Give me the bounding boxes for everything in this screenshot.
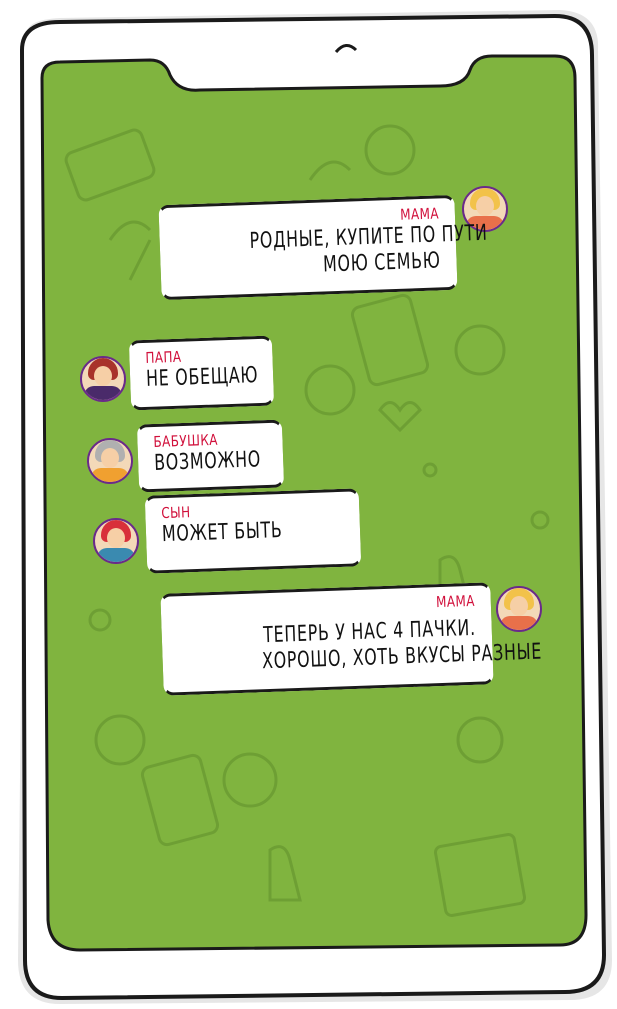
mom-avatar bbox=[496, 586, 542, 632]
dad-avatar bbox=[80, 356, 126, 402]
grandma-avatar bbox=[87, 438, 133, 484]
message-bubble: БАБУШКА ВОЗМОЖНО bbox=[136, 419, 285, 493]
sender-name: МАМА bbox=[435, 591, 476, 612]
message-bubble: МАМА ТЕПЕРЬ У НАС 4 ПАЧКИ. ХОРОШО, ХОТЬ … bbox=[160, 582, 542, 696]
message-bubble: ПАПА НЕ ОБЕЩАЮ bbox=[128, 335, 275, 411]
son-avatar bbox=[93, 518, 139, 564]
message-bubble: МАМА РОДНЫЕ, КУПИТЕ ПО ПУТИ МОЮ СЕМЬЮ bbox=[158, 194, 488, 301]
message-text: МОЖЕТ БЫТЬ bbox=[161, 517, 283, 548]
message-bubble: СЫН МОЖЕТ БЫТЬ bbox=[144, 488, 362, 574]
message-text: ВОЗМОЖНО bbox=[153, 447, 262, 476]
message-text: МОЮ СЕМЬЮ bbox=[322, 248, 441, 278]
message-text: НЕ ОБЕЩАЮ bbox=[145, 363, 259, 392]
